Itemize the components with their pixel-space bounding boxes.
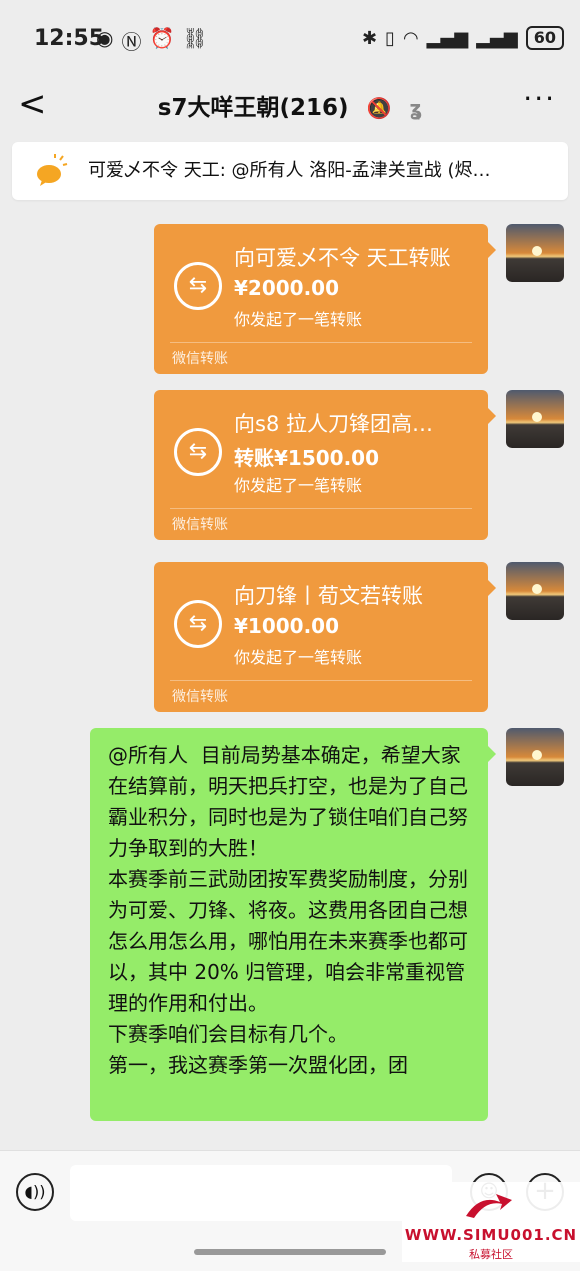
nfc-icon: Ⓝ [121, 30, 142, 54]
alarm-icon: ⏰ [149, 26, 175, 50]
transfer-footer: 微信转账 [172, 517, 228, 533]
signal-5g-icon: ▂▄▆ [426, 27, 469, 49]
avatar[interactable] [506, 562, 564, 620]
transfer-message[interactable]: ⇆ 向可爱乄不令 天工转账 ¥2000.00 你发起了一笔转账 微信转账 [154, 224, 496, 374]
watermark-subtitle: 私募社区 [469, 1248, 513, 1261]
transfer-footer: 微信转账 [172, 689, 228, 705]
transfer-amount: 转账¥1500.00 [234, 446, 380, 470]
chat-title-wrap: s7大咩王朝(216) 🔕 ʓ [0, 88, 580, 122]
message-input[interactable] [70, 1165, 452, 1221]
status-time: 12:55 [34, 26, 105, 51]
status-right-icons: ✱ ▯ ◠ ▂▄▆ ▂▄▆ 60 [362, 26, 564, 50]
transfer-title: 向s8 拉人刀锋团高… [234, 412, 433, 436]
battery-indicator: 60 [525, 26, 564, 50]
bubble-tail [488, 746, 496, 762]
vibrate-icon: ▯ [385, 27, 395, 49]
transfer-note: 你发起了一笔转账 [234, 310, 363, 329]
chat-title: s7大咩王朝(216) [157, 95, 349, 121]
transfer-amount: ¥2000.00 [234, 276, 340, 300]
status-left-icons: ◉ Ⓝ ⏰ ⛓ [96, 26, 208, 55]
divider [170, 680, 472, 681]
speech-bubble-icon [37, 154, 68, 186]
transfer-amount: ¥1000.00 [234, 614, 340, 638]
divider [170, 508, 472, 509]
message-text: @所有人 目前局势基本确定，希望大家在结算前，明天把兵打空，也是为了自己霸业积分… [108, 743, 468, 1077]
wifi-icon: ◠ [402, 27, 419, 49]
avatar[interactable] [506, 224, 564, 282]
home-indicator [194, 1249, 386, 1255]
divider [170, 342, 472, 343]
avatar[interactable] [506, 390, 564, 448]
bubble-tail [488, 580, 496, 596]
bluetooth-icon: ✱ [361, 27, 378, 49]
transfer-arrows-icon: ⇆ [174, 600, 222, 648]
transfer-note: 你发起了一笔转账 [234, 476, 363, 495]
ear-icon: ʓ [409, 96, 423, 120]
bubble-tail [488, 408, 496, 424]
transfer-message[interactable]: ⇆ 向s8 拉人刀锋团高… 转账¥1500.00 你发起了一笔转账 微信转账 [154, 390, 496, 540]
status-bar: 12:55 ◉ Ⓝ ⏰ ⛓ ✱ ▯ ◠ ▂▄▆ ▂▄▆ 60 [0, 0, 580, 78]
text-message[interactable]: @所有人 目前局势基本确定，希望大家在结算前，明天把兵打空，也是为了自己霸业积分… [90, 728, 496, 1121]
transfer-message[interactable]: ⇆ 向刀锋丨荀文若转账 ¥1000.00 你发起了一笔转账 微信转账 [154, 562, 496, 712]
watermark: WWW.SIMU001.CN 私募社区 [402, 1182, 580, 1262]
transfer-title: 向刀锋丨荀文若转账 [234, 584, 423, 608]
bubble-tail [488, 242, 496, 258]
signal-5g-icon: ▂▄▆ [476, 27, 518, 49]
message-list[interactable]: ⇆ 向可爱乄不令 天工转账 ¥2000.00 你发起了一笔转账 微信转账 ⇆ 向… [0, 210, 580, 1150]
voice-input-button[interactable]: ◖)) [16, 1173, 54, 1211]
transfer-arrows-icon: ⇆ [174, 428, 222, 476]
transfer-arrows-icon: ⇆ [174, 262, 222, 310]
transfer-title: 向可爱乄不令 天工转账 [234, 246, 451, 270]
more-options-button[interactable]: ··· [523, 82, 556, 115]
transfer-footer: 微信转账 [172, 351, 228, 367]
group-announcement[interactable]: 可爱乄不令 天工: @所有人 洛阳-孟津关宣战 (烬… [12, 142, 568, 200]
avatar[interactable] [506, 728, 564, 786]
watermark-site: WWW.SIMU001.CN [404, 1226, 578, 1244]
eye-icon: ◉ [96, 26, 114, 50]
chat-header: < s7大咩王朝(216) 🔕 ʓ ··· [0, 78, 580, 134]
watermark-logo-icon [466, 1194, 512, 1218]
announcement-text: 可爱乄不令 天工: @所有人 洛阳-孟津关宣战 (烬… [88, 160, 491, 181]
transfer-note: 你发起了一笔转账 [234, 648, 363, 667]
mute-bell-icon: 🔕 [366, 96, 392, 120]
link-icon: ⛓ [182, 26, 208, 50]
